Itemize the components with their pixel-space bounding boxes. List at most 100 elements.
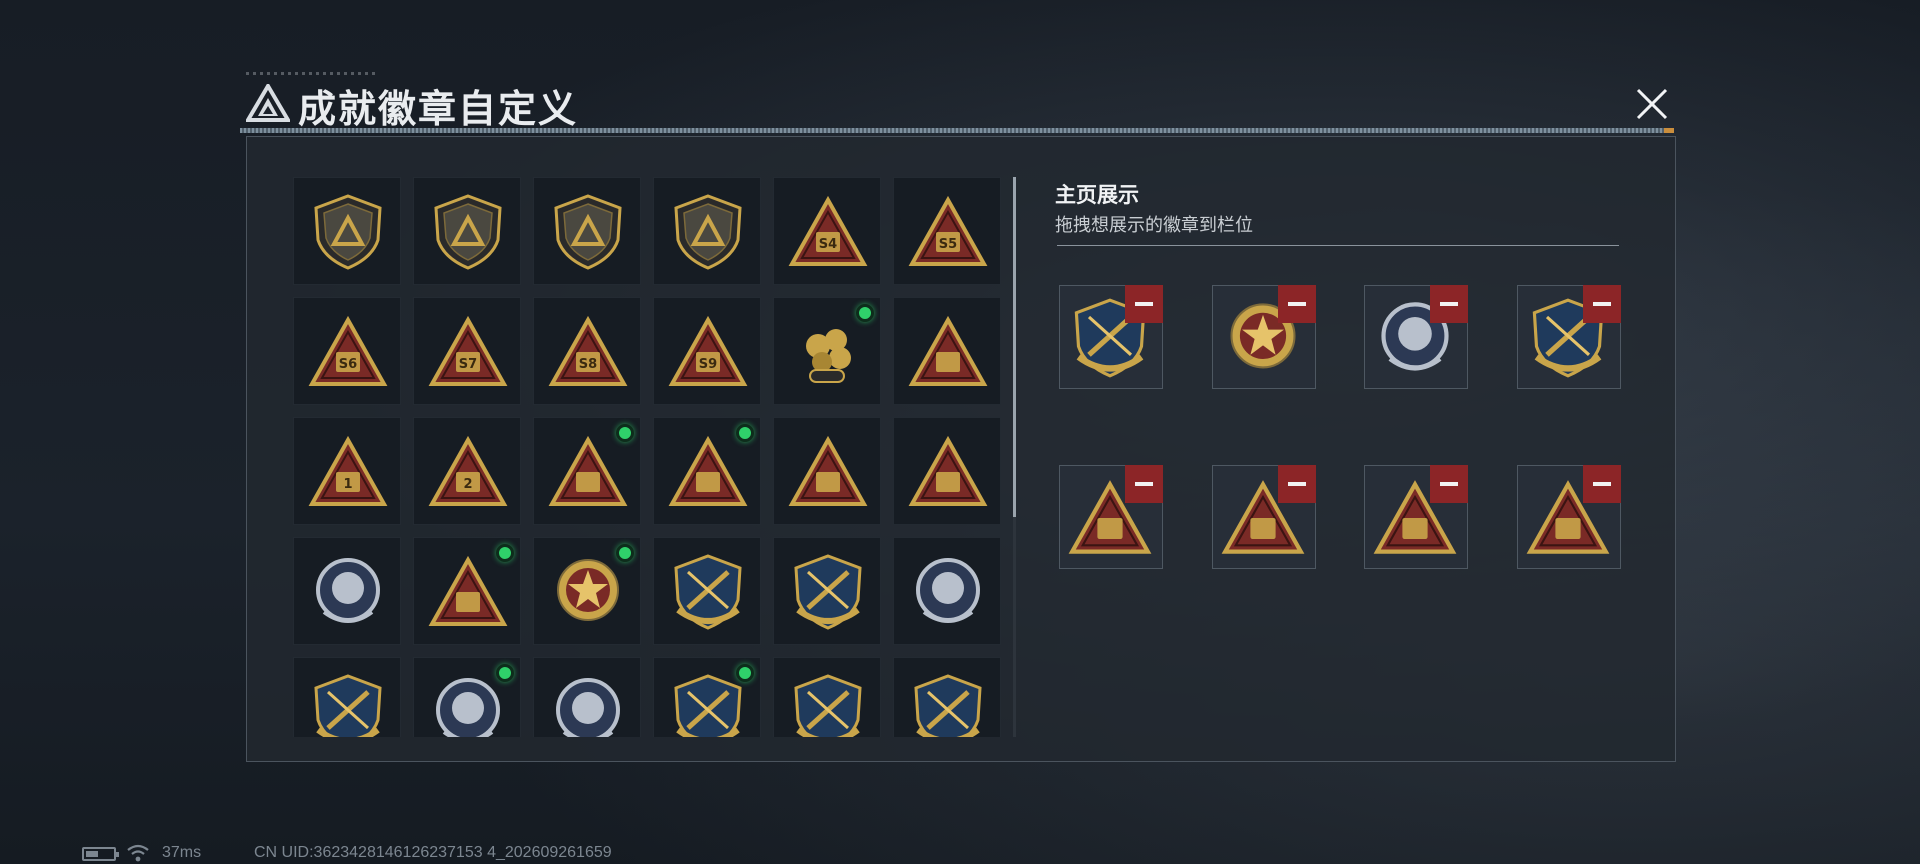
triangle-s9-badge-icon: S9 [668,315,748,386]
close-icon[interactable] [1628,80,1676,128]
silver-diamond-rose-badge-icon [316,558,380,623]
star-medal-badge-icon [557,559,619,621]
badge-cell[interactable] [533,537,641,645]
svg-text:S5: S5 [939,237,957,252]
gold-wing-shield-badge-icon [794,554,862,630]
svg-text:S6: S6 [339,357,357,372]
badge-cell[interactable]: 1 [293,417,401,525]
minus-icon[interactable] [1125,285,1163,323]
minus-icon[interactable] [1583,465,1621,503]
silver-gem-shield-badge-icon [916,558,980,623]
showcase-slot[interactable] [1517,465,1621,569]
minus-icon[interactable] [1278,465,1316,503]
shield-diamond-badge-icon [554,194,622,270]
badge-cell[interactable] [413,657,521,737]
bronze-sabre-badge-icon [914,674,982,737]
scrollbar[interactable] [1013,177,1016,737]
showcase-slot[interactable] [1212,465,1316,569]
title-decoration [246,72,376,75]
badge-cell[interactable] [893,297,1001,405]
header: 成就徽章自定义 [240,72,1674,133]
badge-cell[interactable] [773,417,881,525]
badge-cell[interactable] [533,657,641,737]
badge-cell[interactable] [413,177,521,285]
badge-cell[interactable] [893,417,1001,525]
triangle-s7-badge-icon: S7 [428,315,508,386]
badge-cell[interactable] [773,537,881,645]
shield-gold-crest-badge-icon [674,554,742,630]
showcase-slot[interactable] [1059,285,1163,389]
minus-icon[interactable] [1278,285,1316,323]
triangle-s6-badge-icon: S6 [308,315,388,386]
showcase-slot[interactable] [1059,465,1163,569]
page-title: 成就徽章自定义 [298,87,579,131]
showcase-slot[interactable] [1212,285,1316,389]
badge-cell[interactable] [773,297,881,405]
minus-icon[interactable] [1583,285,1621,323]
minus-icon[interactable] [1125,465,1163,503]
shield-helicopter-badge-icon [434,194,502,270]
badge-cell[interactable] [653,177,761,285]
badge-cell[interactable] [293,537,401,645]
new-indicator [856,304,874,322]
badge-cell[interactable]: S5 [893,177,1001,285]
badge-cell[interactable] [653,417,761,525]
badge-panel: S4 S5 S6 S7 S8 S9 1 2 主页展示 拖拽想展示的徽章到栏位 [246,136,1676,762]
svg-text:S4: S4 [819,237,837,252]
triangle-usb-badge-icon [548,435,628,506]
minus-icon[interactable] [1430,465,1468,503]
badge-cell[interactable] [893,657,1001,737]
showcase-subtitle: 拖拽想展示的徽章到栏位 [1055,215,1253,235]
shield-triangle-badge-icon [314,194,382,270]
badge-cell[interactable]: S4 [773,177,881,285]
badge-cell[interactable] [293,657,401,737]
triangle-diver-badge-icon [428,555,508,626]
skull-target-badge-icon [314,674,382,737]
badge-cell[interactable] [653,657,761,737]
triangle-s4-badge-icon: S4 [788,195,868,266]
badge-cell[interactable]: S9 [653,297,761,405]
svg-text:S9: S9 [699,357,717,372]
shield-crossed-rifles-badge-icon [674,674,742,737]
triangle-hat-badge-icon [908,315,988,386]
green-rifle-shield-badge-icon [794,674,862,737]
triangle-s5-badge-icon: S5 [908,195,988,266]
ping-readout: 37ms [162,844,202,861]
silver-skull-laurel-badge-icon [436,678,500,737]
showcase-slot[interactable] [1517,285,1621,389]
svg-text:1: 1 [343,477,352,492]
badge-grid[interactable]: S4 S5 S6 S7 S8 S9 1 2 [293,177,1013,737]
gold-cluster-badge-icon [806,329,851,383]
new-indicator [736,424,754,442]
triangle-emblem-icon [246,84,290,122]
badge-cell[interactable] [293,177,401,285]
badge-cell[interactable] [773,657,881,737]
showcase-slot[interactable] [1364,285,1468,389]
badge-cell[interactable]: 2 [413,417,521,525]
showcase-title: 主页展示 [1055,184,1139,207]
title-divider [240,128,1674,133]
silver-tank-star-badge-icon [556,678,620,737]
badge-cell[interactable] [533,417,641,525]
new-indicator [616,424,634,442]
shield-blade-badge-icon [674,194,742,270]
svg-text:S7: S7 [459,357,477,372]
uid-readout: CN UID:3623428146126237153 4_20260926165… [254,844,612,861]
badge-cell[interactable]: S7 [413,297,521,405]
new-indicator [496,664,514,682]
badge-cell[interactable]: S8 [533,297,641,405]
badge-cell[interactable] [653,537,761,645]
badge-cell[interactable]: S6 [293,297,401,405]
showcase-slot[interactable] [1364,465,1468,569]
scrollbar-thumb[interactable] [1013,177,1016,517]
minus-icon[interactable] [1430,285,1468,323]
badge-cell[interactable] [893,537,1001,645]
triangle-hands-badge-icon [668,435,748,506]
badge-cell[interactable] [533,177,641,285]
triangle-soldiers-badge-icon [788,435,868,506]
svg-text:S8: S8 [579,357,597,372]
battery-icon [82,847,119,861]
svg-text:2: 2 [463,477,472,492]
badge-cell[interactable] [413,537,521,645]
triangle-two-badge-icon: 2 [428,435,508,506]
